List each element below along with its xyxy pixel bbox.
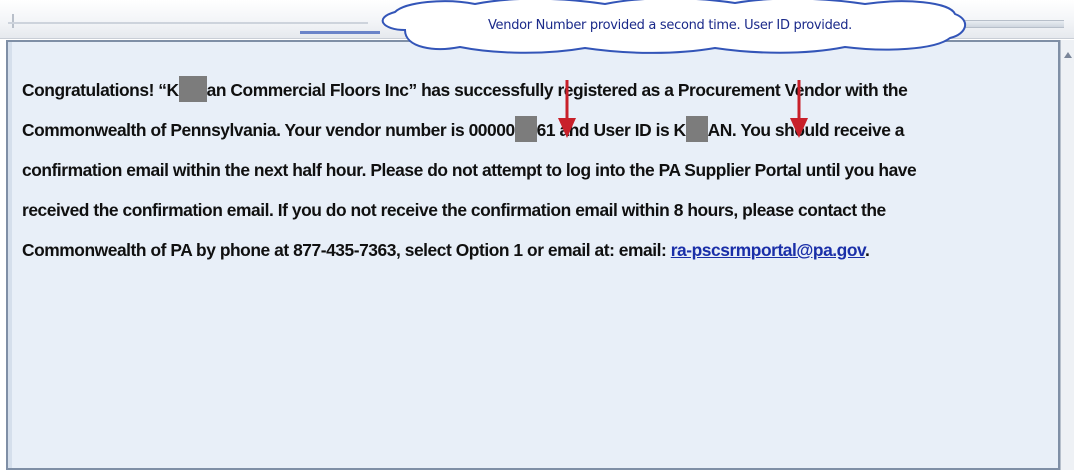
redaction-box (514, 116, 537, 142)
red-pointer-arrow-icon (558, 80, 576, 138)
callout-cloud: Vendor Number provided a second time. Us… (365, 0, 975, 55)
panel-edge (8, 42, 12, 468)
message-line-5: Commonwealth of PA by phone at 877-435-7… (22, 230, 1054, 270)
message-text: Commonwealth of Pennsylvania. Your vendo… (22, 120, 515, 140)
callout-text: Vendor Number provided a second time. Us… (487, 18, 853, 33)
message-line-1: Congratulations! “K an Commercial Floors … (22, 70, 1054, 110)
message-line-2: Commonwealth of Pennsylvania. Your vendo… (22, 110, 1054, 150)
support-email-link[interactable]: ra-pscsrmportal@pa.gov (671, 240, 866, 260)
dialog-window: Congratulations! “K an Commercial Floors … (0, 0, 1074, 475)
confirmation-message: Congratulations! “K an Commercial Floors … (22, 70, 1054, 270)
message-text: Congratulations! “K (22, 80, 179, 100)
titlebar-tick (12, 14, 14, 28)
red-pointer-arrow-icon (790, 80, 808, 138)
vertical-scrollbar[interactable] (1060, 40, 1074, 470)
scroll-up-arrow-icon[interactable] (1064, 52, 1072, 58)
message-text: . (864, 240, 870, 260)
message-line-3: confirmation email within the next half … (22, 160, 917, 180)
message-line-4: received the confirmation email. If you … (22, 200, 886, 220)
redaction-box (178, 76, 207, 102)
message-text: Commonwealth of PA by phone at 877-435-7… (22, 240, 671, 260)
titlebar-divider (8, 22, 368, 24)
redaction-box (685, 116, 708, 142)
